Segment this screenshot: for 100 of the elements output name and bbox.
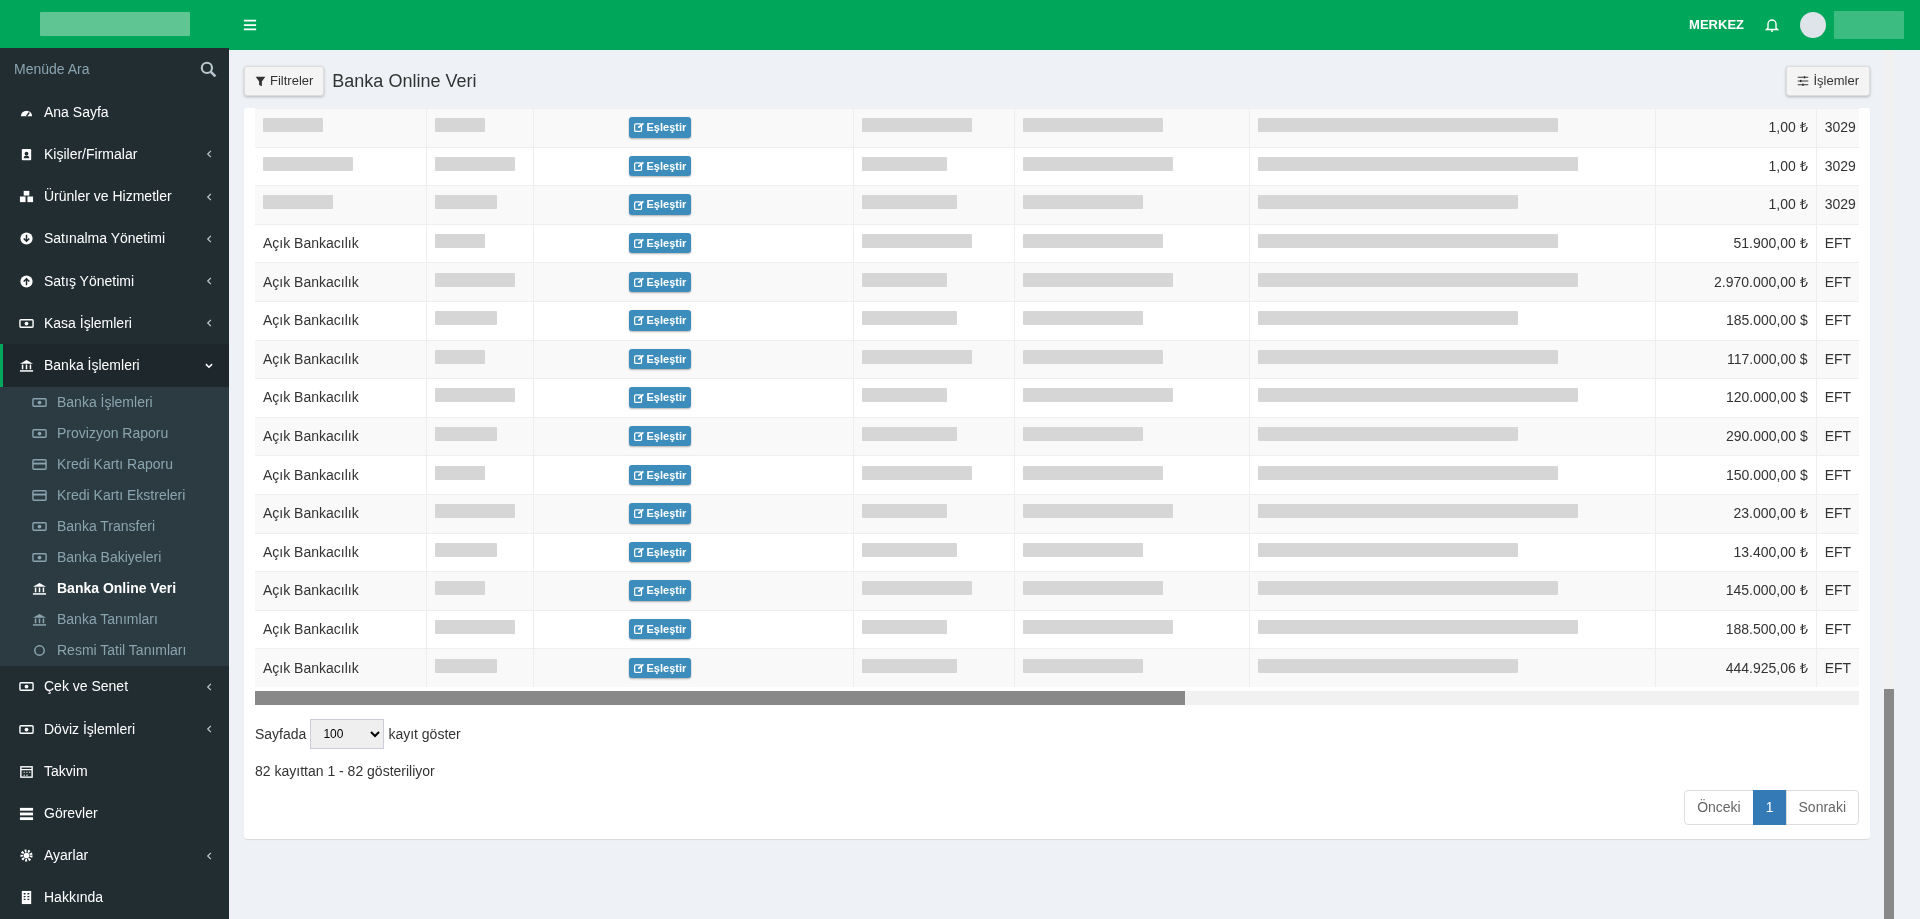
filter-icon	[255, 75, 266, 87]
sidebar-item[interactable]: Görevler	[0, 792, 229, 835]
table-cell: EFT	[1816, 340, 1859, 379]
blurred-text	[434, 465, 485, 480]
edit-icon	[633, 663, 644, 673]
calendar-icon	[19, 763, 34, 779]
blurred-text	[434, 118, 485, 133]
records-info: 82 kayıttan 1 - 82 gösteriliyor	[255, 762, 436, 782]
page-size-select[interactable]: 100	[310, 719, 385, 750]
table-cell: 23.000,00 ₺	[1655, 494, 1817, 534]
match-button[interactable]: Eşleştir	[628, 580, 692, 601]
edit-icon	[633, 392, 644, 403]
submenu-item[interactable]: Kredi Kartı Ekstreleri	[0, 479, 229, 511]
match-button[interactable]: Eşleştir	[628, 117, 692, 138]
arrow-up-circle-icon	[19, 273, 34, 289]
sidebar-item[interactable]: Banka İşlemleri	[0, 344, 229, 387]
pagination-button[interactable]: Önceki	[1684, 790, 1754, 826]
pagination-button[interactable]: Sonraki	[1785, 790, 1859, 826]
sidebar-item[interactable]: Döviz İşlemleri	[0, 707, 229, 751]
table-cell: Açık Bankacılık	[255, 262, 427, 302]
edit-icon	[633, 122, 644, 133]
sidebar-item[interactable]: Takvim	[0, 750, 229, 793]
match-button[interactable]: Eşleştir	[628, 348, 692, 370]
submenu-item[interactable]: Banka Online Veri	[0, 572, 229, 604]
table-cell: Açık Bankacılık	[255, 417, 427, 456]
vertical-scrollbar[interactable]	[1884, 50, 1894, 919]
page-title: Banka Online Veri	[332, 69, 477, 93]
edit-icon	[633, 238, 644, 249]
edit-icon	[633, 546, 644, 557]
submenu-item[interactable]: Banka Transferi	[0, 510, 229, 542]
match-button[interactable]: Eşleştir	[628, 618, 692, 640]
sidebar-item[interactable]: Çek ve Senet	[0, 665, 229, 708]
match-button[interactable]: Eşleştir	[628, 387, 692, 408]
menu-search-field[interactable]: Menüde Ara	[12, 58, 172, 82]
table-cell: 1,00 ₺	[1655, 185, 1817, 225]
submenu-item[interactable]: Banka Tanımları	[0, 603, 229, 635]
task-list-icon	[19, 805, 34, 821]
blurred-text	[434, 311, 497, 326]
sidebar-item[interactable]: Ayarlar	[0, 834, 229, 877]
branch-label[interactable]: MERKEZ	[1689, 15, 1744, 35]
match-button[interactable]: Eşleştir	[628, 155, 692, 177]
match-button[interactable]: Eşleştir	[628, 232, 692, 254]
match-button[interactable]: Eşleştir	[628, 503, 692, 524]
pagination-button[interactable]: 1	[1752, 790, 1787, 826]
sidebar-item[interactable]: Satış Yönetimi	[0, 260, 229, 303]
blurred-text	[434, 658, 497, 673]
table-cell: EFT	[1816, 571, 1859, 611]
blurred-text	[434, 581, 485, 596]
filter-button[interactable]: Filtreler	[244, 66, 325, 96]
table-cell: 1,00 ₺	[1655, 108, 1817, 148]
bell-icon	[1764, 17, 1780, 33]
edit-icon	[633, 624, 644, 635]
table-cell: Açık Bankacılık	[255, 648, 427, 688]
menu-icon	[243, 18, 257, 32]
edit-icon	[633, 354, 644, 364]
contact-card-icon	[19, 146, 34, 162]
table-cell: 290.000,00 $	[1655, 417, 1817, 456]
submenu-item[interactable]: Resmi Tatil Tanımları	[0, 634, 229, 666]
sidebar-item[interactable]: Kasa İşlemleri	[0, 302, 229, 345]
submenu-item[interactable]: Banka İşlemleri	[0, 386, 229, 418]
match-button[interactable]: Eşleştir	[628, 271, 692, 293]
sidebar-item[interactable]: Satınalma Yönetimi	[0, 217, 229, 260]
blurred-text	[263, 195, 333, 210]
match-button[interactable]: Eşleştir	[628, 310, 692, 331]
submenu-item[interactable]: Provizyon Raporu	[0, 417, 229, 449]
match-button[interactable]: Eşleştir	[628, 194, 692, 215]
sidebar-item[interactable]: Kişiler/Firmalar	[0, 133, 229, 176]
edit-icon	[633, 431, 644, 442]
sidebar-item[interactable]: Ürünler ve Hizmetler	[0, 175, 229, 218]
match-button[interactable]: Eşleştir	[628, 425, 692, 447]
edit-icon	[633, 469, 644, 480]
circle-icon	[32, 642, 47, 658]
sidebar-item[interactable]: Hakkında	[0, 876, 229, 919]
edit-icon	[633, 161, 644, 171]
match-button[interactable]: Eşleştir	[628, 464, 692, 485]
sidebar-item[interactable]: Ana Sayfa	[0, 91, 229, 134]
match-button[interactable]: Eşleştir	[628, 541, 692, 563]
building-icon	[19, 890, 34, 906]
table-cell: Açık Bankacılık	[255, 494, 427, 534]
submenu-item[interactable]: Banka Bakiyeleri	[0, 541, 229, 573]
table-cell: EFT	[1816, 417, 1859, 456]
edit-icon	[633, 508, 644, 519]
search-icon	[200, 61, 217, 79]
blurred-text	[434, 234, 485, 249]
table-cell: 117.000,00 $	[1655, 340, 1817, 379]
blurred-text	[434, 427, 497, 442]
credit-card-icon	[32, 487, 47, 503]
horizontal-scrollbar[interactable]	[255, 691, 1859, 706]
user-avatar[interactable]	[1800, 12, 1826, 38]
blurred-text	[434, 542, 497, 557]
edit-icon	[633, 199, 644, 210]
actions-button[interactable]: İşlemler	[1786, 66, 1870, 96]
edit-icon	[633, 276, 644, 287]
arrow-down-circle-icon	[19, 231, 34, 247]
credit-card-icon	[32, 456, 47, 472]
match-button[interactable]: Eşleştir	[628, 657, 692, 679]
table-cell: 145.000,00 ₺	[1655, 571, 1817, 611]
submenu-item[interactable]: Kredi Kartı Raporu	[0, 448, 229, 480]
bank-icon	[32, 580, 47, 596]
page-size-label: Sayfada	[255, 724, 307, 744]
